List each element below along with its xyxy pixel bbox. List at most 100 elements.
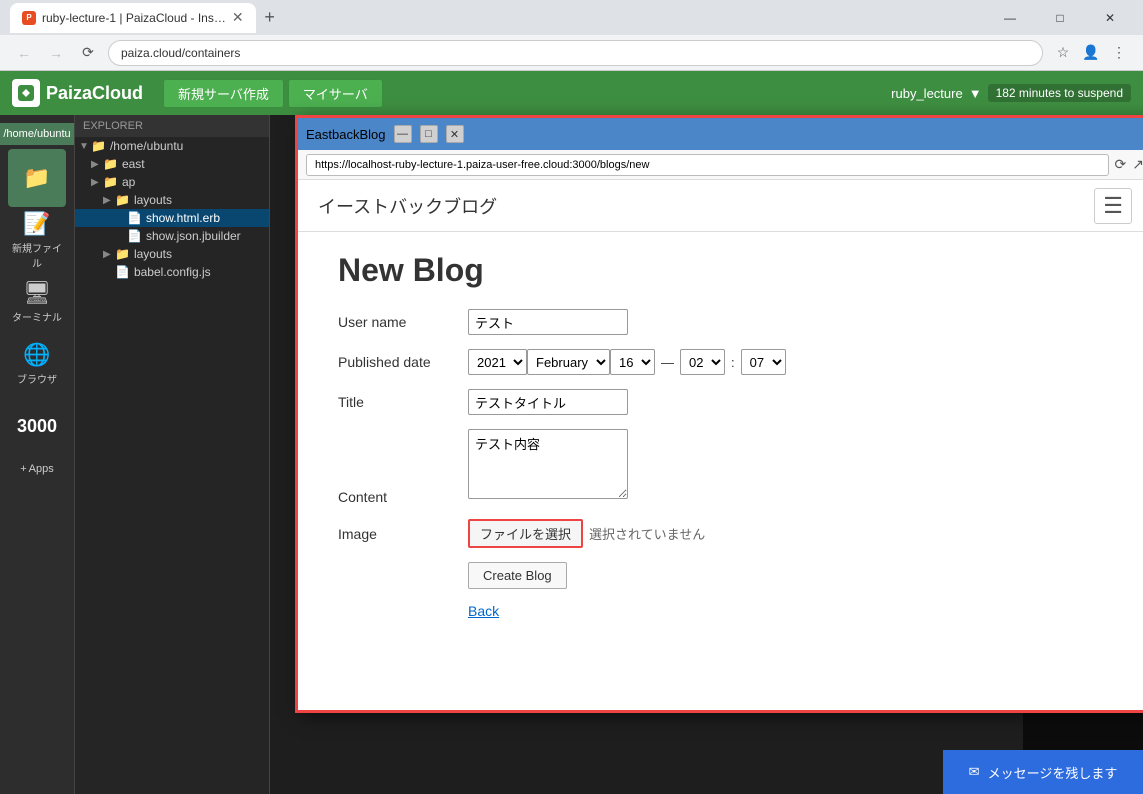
notification-label: メッセージを残します [988,763,1118,782]
blog-page-content: イーストバックブログ ☰ New Blog User name Publishe… [298,180,1143,710]
back-link[interactable]: Back [468,603,499,619]
page-title: New Blog [338,252,1112,289]
newfile-label: 新規ファイル [8,240,66,270]
folder-icon-2: 📁 [115,247,130,261]
bookmark-icon[interactable]: ☆ [1051,41,1075,65]
newfile-icon: 📝 [23,211,50,237]
ide-tool-terminal[interactable]: 🖥 ターミナル [8,273,66,331]
account-icon[interactable]: 👤 [1079,41,1103,65]
address-icons: ☆ 👤 ⋮ [1051,41,1131,65]
ide-apps-row[interactable]: + Apps [16,459,58,479]
file-name-babel: babel.config.js [134,265,211,279]
title-label: Title [338,394,468,410]
overlay-external-icon[interactable]: ↗ [1132,156,1143,173]
ide-sidebar: /home/ubuntu 📁 📝 新規ファイル 🖥 ターミナル 🌐 ブラウザ 3… [0,115,75,794]
ide-panel-header: /home/ubuntu [0,123,74,145]
address-input[interactable] [108,40,1043,66]
username-input[interactable] [468,309,628,335]
json-file-icon: 📄 [127,229,142,243]
active-tab[interactable]: P ruby-lecture-1 | PaizaCloud - Ins… ✕ [10,3,256,33]
file-tree-item-show-erb[interactable]: 📄 show.html.erb [75,209,269,227]
content-textarea[interactable]: テスト内容 [468,429,628,499]
hamburger-menu[interactable]: ☰ [1094,188,1132,224]
ide-tool-file[interactable]: 📁 [8,149,66,207]
overlay-restore-btn[interactable]: □ [420,125,438,143]
file-tree-root[interactable]: ▼ 📁 /home/ubuntu [75,137,269,155]
tab-title: ruby-lecture-1 | PaizaCloud - Ins… [42,11,226,25]
file-tree-item-ap[interactable]: ▶ 📁 ap [75,173,269,191]
menu-icon[interactable]: ⋮ [1107,41,1131,65]
date-separator: — [661,355,674,370]
paiza-logo: PaizaCloud [12,79,143,107]
folder-icon: 📁 [91,139,106,153]
file-tree-header: EXPLORER [75,115,269,137]
forward-btn[interactable]: → [44,41,68,65]
paiza-logo-text: PaizaCloud [46,83,143,104]
terminal-label: ターミナル [12,309,62,324]
overlay-close-btn[interactable]: ✕ [446,125,464,143]
year-select[interactable]: 2021 [468,349,527,375]
file-tree-item-layouts[interactable]: ▶ 📁 layouts [75,191,269,209]
back-row: Back [338,603,1112,619]
file-name-show-json: show.json.jbuilder [146,229,241,243]
month-select[interactable]: January February March April [527,349,610,375]
overlay-reload-icon[interactable]: ⟳ [1115,156,1127,173]
folder-icon: 📁 [23,165,50,191]
paiza-nav-btns: 新規サーバ作成 マイサーバ [163,79,383,108]
create-blog-btn[interactable]: Create Blog [468,562,567,589]
folder-name-east: east [122,157,145,171]
address-bar: ← → ⟳ ☆ 👤 ⋮ [0,35,1143,71]
tab-close-btn[interactable]: ✕ [232,9,244,26]
ide-tool-browser[interactable]: 🌐 ブラウザ [8,335,66,393]
file-select-btn[interactable]: ファイルを選択 [468,519,583,548]
image-row: Image ファイルを選択 選択されていません [338,519,1112,548]
content-row: Content テスト内容 [338,429,1112,505]
blog-main: New Blog User name Published date 2021 [298,232,1143,653]
erb-file-icon: 📄 [127,211,142,225]
tab-bar: P ruby-lecture-1 | PaizaCloud - Ins… ✕ + [10,3,979,33]
blog-navbar: イーストバックブログ ☰ [298,180,1143,232]
folder-name-ap: ap [122,175,135,189]
overlay-address-input[interactable] [306,154,1109,176]
paiza-logo-icon [12,79,40,107]
back-btn[interactable]: ← [12,41,36,65]
ide-tool-newfile[interactable]: 📝 新規ファイル [8,211,66,269]
notification-icon: ✉ [969,764,980,780]
create-btn-row: Create Blog [338,562,1112,589]
account-name[interactable]: ruby_lecture [891,86,963,101]
bottom-notification-bar[interactable]: ✉ メッセージを残します [943,750,1143,794]
reload-btn[interactable]: ⟳ [76,41,100,65]
apps-plus-icon: + [20,463,26,475]
browser-overlay-window: EastbackBlog — □ ✕ ⟳ ↗ イーストバックブログ ☰ [295,115,1143,713]
file-tree-item-babel[interactable]: 📄 babel.config.js [75,263,269,281]
overlay-title: EastbackBlog [306,127,386,142]
blog-brand: イーストバックブログ [318,193,497,219]
close-btn[interactable]: ✕ [1087,3,1133,33]
file-tree-item-east[interactable]: ▶ 📁 east [75,155,269,173]
minute-select[interactable]: 07 [741,349,786,375]
folder-name-layouts2: layouts [134,247,172,261]
paiza-right: ruby_lecture ▼ 182 minutes to suspend [891,84,1131,102]
new-tab-btn[interactable]: + [256,4,284,32]
title-input[interactable] [468,389,628,415]
tab-favicon: P [22,11,36,25]
published-label: Published date [338,354,468,370]
file-tree: EXPLORER ▼ 📁 /home/ubuntu ▶ 📁 east ▶ 📁 a… [75,115,270,794]
overlay-minimize-btn[interactable]: — [394,125,412,143]
hour-select[interactable]: 02 [680,349,725,375]
day-select[interactable]: 16 [610,349,655,375]
restore-btn[interactable]: □ [1037,3,1083,33]
folder-icon: 📁 [103,175,118,189]
terminal-icon: 🖥 [23,280,51,306]
my-server-btn[interactable]: マイサーバ [288,79,383,108]
time-colon: : [731,355,735,370]
no-file-text: 選択されていません [589,524,705,543]
minimize-btn[interactable]: — [987,3,1033,33]
browser-label: ブラウザ [17,371,57,386]
new-server-btn[interactable]: 新規サーバ作成 [163,79,284,108]
ide-tool-port[interactable]: 3000 [8,397,66,455]
file-tree-item-show-json[interactable]: 📄 show.json.jbuilder [75,227,269,245]
file-name-show-erb: show.html.erb [146,211,220,225]
main-layout: /home/ubuntu 📁 📝 新規ファイル 🖥 ターミナル 🌐 ブラウザ 3… [0,115,1143,794]
file-tree-item-layouts2[interactable]: ▶ 📁 layouts [75,245,269,263]
